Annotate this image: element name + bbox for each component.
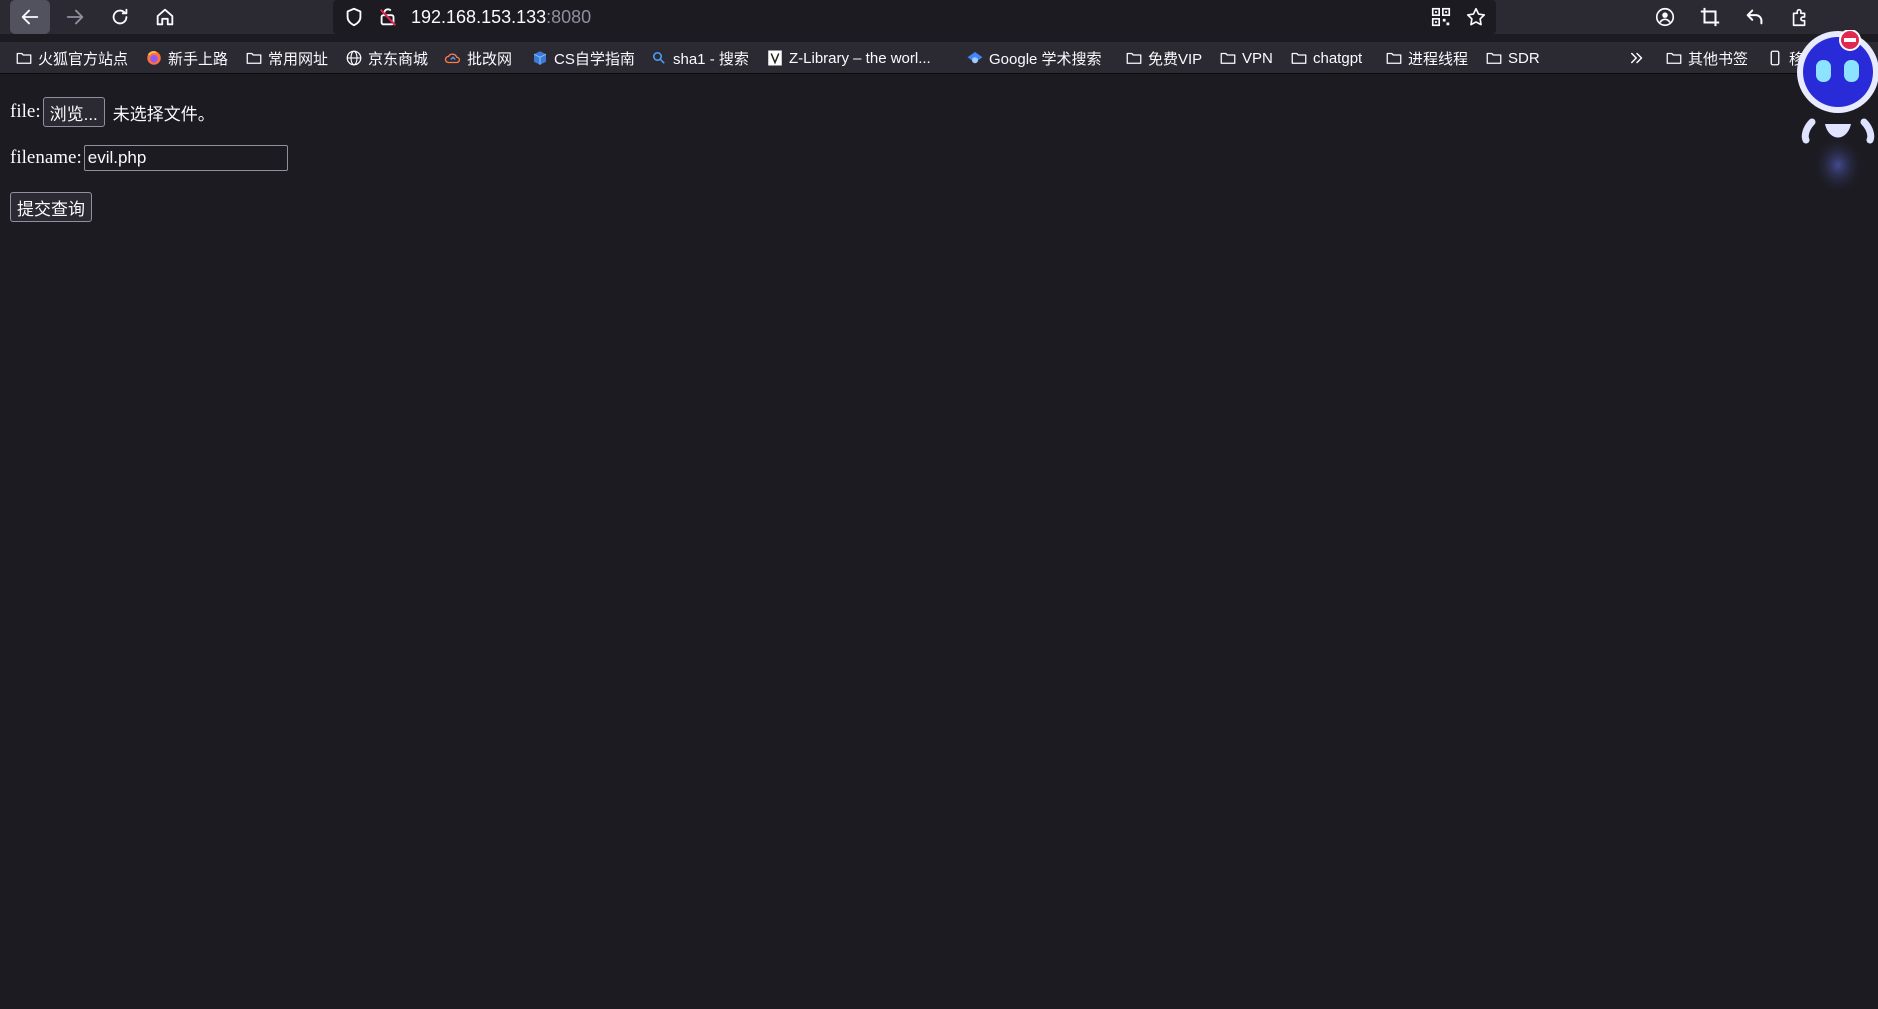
filename-label: filename: bbox=[10, 147, 82, 168]
puzzle-icon bbox=[1792, 8, 1806, 27]
firefox-icon bbox=[147, 51, 161, 65]
account-icon bbox=[1655, 7, 1675, 27]
insecure-lock-icon[interactable] bbox=[377, 6, 399, 28]
cloud-icon bbox=[444, 53, 460, 64]
bookmark-item[interactable]: 常用网址 bbox=[245, 45, 328, 71]
scholar-icon bbox=[967, 52, 983, 64]
filename-input[interactable] bbox=[83, 145, 288, 171]
zlibrary-icon bbox=[768, 50, 782, 66]
bookmark-star-icon[interactable] bbox=[1465, 6, 1487, 28]
url-host: 192.168.153.133 bbox=[411, 7, 547, 27]
bookmark-item[interactable]: sha1 - 搜索 bbox=[650, 45, 749, 71]
bookmark-label: CS自学指南 bbox=[554, 50, 635, 68]
bookmark-label: 免费VIP bbox=[1148, 50, 1203, 68]
folder-icon bbox=[16, 52, 32, 64]
bookmark-item[interactable]: 新手上路 bbox=[145, 45, 228, 71]
other-bookmarks-label: 其他书签 bbox=[1688, 50, 1749, 68]
bookmark-label: chatgpt bbox=[1313, 49, 1363, 67]
bookmark-label: 常用网址 bbox=[268, 50, 329, 68]
bookmark-label: Google 学术搜索 bbox=[989, 50, 1102, 68]
extensions-button[interactable] bbox=[1787, 4, 1813, 30]
bookmark-label: 进程线程 bbox=[1408, 50, 1469, 68]
bookmark-label: 批改网 bbox=[467, 50, 513, 68]
other-bookmarks-folder[interactable]: 其他书签 bbox=[1665, 45, 1748, 71]
bookmark-item[interactable]: Z-Library – the worl... bbox=[766, 45, 931, 71]
back-button[interactable] bbox=[10, 0, 50, 34]
address-bar[interactable]: 192.168.153.133:8080 bbox=[333, 0, 1496, 34]
url-port: :8080 bbox=[546, 7, 592, 27]
undo-icon bbox=[1746, 9, 1763, 25]
bookmark-label: 京东商城 bbox=[368, 50, 429, 68]
bookmark-item[interactable]: VPN bbox=[1219, 45, 1273, 71]
bookmark-item[interactable]: 京东商城 bbox=[345, 45, 428, 71]
qr-code-icon[interactable] bbox=[1430, 6, 1452, 28]
folder-icon bbox=[1220, 52, 1236, 64]
folder-icon bbox=[1386, 52, 1402, 64]
page-content: file: 浏览... 未选择文件。 filename: 提交查询 bbox=[0, 75, 1878, 1009]
bookmark-item[interactable]: 进程线程 bbox=[1385, 45, 1468, 71]
submit-button[interactable]: 提交查询 bbox=[10, 192, 92, 222]
file-row: file: 浏览... 未选择文件。 bbox=[10, 97, 215, 127]
bookmarks-bar: 火狐官方站点 新手上路 常用网址 京东商城 批改网 CS自学指南 sha1 - … bbox=[0, 42, 1878, 74]
home-icon bbox=[156, 8, 174, 26]
forward-button[interactable] bbox=[55, 0, 95, 34]
search-icon bbox=[653, 52, 665, 64]
double-chevron-right-icon bbox=[1631, 52, 1643, 64]
folder-icon bbox=[1666, 52, 1682, 64]
bookmark-item[interactable]: SDR bbox=[1485, 45, 1540, 71]
bookmark-label: 火狐官方站点 bbox=[38, 50, 129, 68]
home-button[interactable] bbox=[145, 0, 185, 34]
bookmark-item[interactable]: 批改网 bbox=[444, 45, 512, 71]
bookmark-item[interactable]: 免费VIP bbox=[1125, 45, 1202, 71]
shield-icon[interactable] bbox=[343, 6, 365, 28]
bookmarks-overflow-button[interactable] bbox=[1628, 45, 1646, 71]
bookmark-label: VPN bbox=[1242, 49, 1273, 67]
browser-toolbar: 192.168.153.133:8080 bbox=[0, 0, 1878, 34]
globe-icon bbox=[346, 50, 362, 66]
arrow-left-icon bbox=[21, 9, 39, 25]
no-file-selected-text: 未选择文件。 bbox=[112, 104, 215, 124]
bookmark-item[interactable]: Google 学术搜索 bbox=[966, 45, 1102, 71]
folder-icon bbox=[1486, 52, 1502, 64]
filename-row: filename: bbox=[10, 145, 288, 171]
url-text[interactable]: 192.168.153.133:8080 bbox=[411, 7, 591, 28]
undo-button[interactable] bbox=[1742, 4, 1768, 30]
bookmark-item[interactable]: chatgpt bbox=[1290, 45, 1362, 71]
mobile-icon bbox=[1770, 50, 1780, 66]
robot-assistant-icon[interactable] bbox=[1790, 30, 1878, 190]
bookmark-label: Z-Library – the worl... bbox=[789, 49, 931, 67]
crop-icon bbox=[1700, 7, 1720, 27]
folder-icon bbox=[246, 52, 262, 64]
account-button[interactable] bbox=[1652, 4, 1678, 30]
screenshot-button[interactable] bbox=[1697, 4, 1723, 30]
arrow-right-icon bbox=[66, 9, 84, 25]
folder-icon bbox=[1126, 52, 1142, 64]
bookmark-label: 新手上路 bbox=[168, 50, 229, 68]
bookmark-label: SDR bbox=[1508, 49, 1540, 67]
folder-icon bbox=[1291, 52, 1307, 64]
bookmark-item[interactable]: 火狐官方站点 bbox=[15, 45, 128, 71]
browse-button[interactable]: 浏览... bbox=[42, 97, 105, 127]
cube-icon bbox=[533, 51, 547, 65]
reload-button[interactable] bbox=[100, 0, 140, 34]
reload-icon bbox=[112, 8, 128, 25]
bookmark-item[interactable]: CS自学指南 bbox=[531, 45, 635, 71]
bookmark-label: sha1 - 搜索 bbox=[673, 50, 749, 68]
submit-row: 提交查询 bbox=[10, 192, 92, 222]
file-label: file: bbox=[10, 101, 41, 122]
